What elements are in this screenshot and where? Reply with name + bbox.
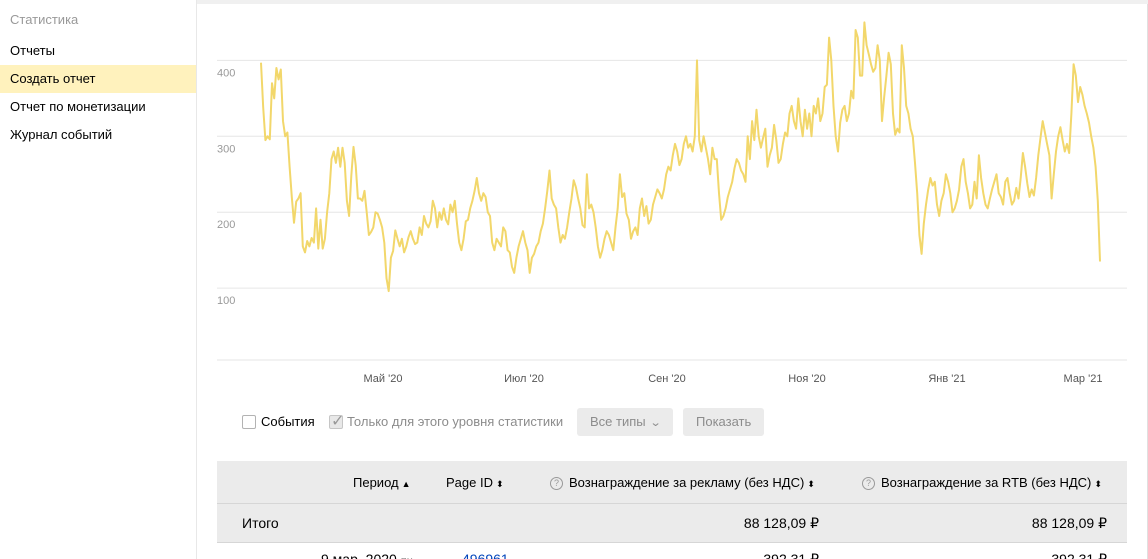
y-tick-label: 200: [217, 219, 235, 231]
sort-icon: ⬍: [495, 479, 504, 489]
chart-x-ticks: Май '20 Июл '20 Сен '20 Ноя '20 Янв '21 Мар '…: [364, 373, 1103, 385]
sidebar: Статистика Отчеты Создать отчет Отчет по…: [0, 0, 197, 559]
header-ad-reward[interactable]: ? Вознаграждение за рекламу (без НДС) ⬍: [550, 475, 815, 490]
row-period: 9 мар. 2020пн: [321, 551, 413, 559]
sort-icon: ⬍: [807, 479, 815, 489]
sidebar-item-create-report[interactable]: Создать отчет: [0, 65, 196, 93]
chart-controls: События ✓ Только для этого уровня статис…: [197, 408, 1147, 436]
checkmark-icon: ✓: [331, 413, 345, 430]
y-tick-label: 400: [217, 67, 235, 79]
total-row: Итого 88 128,09 ₽ 88 128,09 ₽: [217, 504, 1127, 543]
total-label: Итого: [242, 515, 279, 531]
info-icon: ?: [862, 477, 875, 490]
main-content: 100 200 300 400 Май '20 Июл '20 Сен '20 Ноя '2…: [197, 0, 1148, 559]
chevron-down-icon: ⌄: [649, 417, 662, 429]
table-row: 9 мар. 2020пн 496961 392,31 ₽ 392,31 ₽: [217, 543, 1127, 559]
events-checkbox[interactable]: [242, 415, 256, 429]
x-tick-label: Ноя '20: [788, 373, 825, 385]
chart-series-line: [260, 21, 1101, 293]
x-tick-label: Янв '21: [928, 373, 965, 385]
chart-grid: [217, 59, 1127, 361]
event-types-label: Все типы: [590, 414, 646, 429]
sidebar-item-reports[interactable]: Отчеты: [0, 37, 196, 65]
statistics-table: Период ▲ Page ID ⬍ ? Вознаграждение за рекл…: [217, 461, 1127, 559]
show-button[interactable]: Показать: [683, 408, 765, 436]
event-types-dropdown[interactable]: Все типы ⌄: [577, 408, 673, 436]
total-rtb-reward: 88 128,09 ₽: [1031, 515, 1107, 531]
statistics-chart: 100 200 300 400 Май '20 Июл '20 Сен '20 Ноя '2…: [217, 21, 1127, 385]
sidebar-title: Статистика: [10, 12, 79, 27]
row-ad-reward: 392,31 ₽: [763, 551, 819, 559]
header-rtb-reward[interactable]: ? Вознаграждение за RTB (без НДС) ⬍: [862, 475, 1102, 490]
x-tick-label: Май '20: [364, 373, 403, 385]
total-ad-reward: 88 128,09 ₽: [743, 515, 819, 531]
level-only-checkbox[interactable]: ✓: [329, 413, 344, 430]
header-page-id[interactable]: Page ID ⬍: [446, 475, 504, 490]
header-period[interactable]: Период ▲: [353, 475, 411, 490]
y-tick-label: 300: [217, 143, 235, 155]
sidebar-item-event-log[interactable]: Журнал событий: [0, 121, 196, 149]
row-page-id-link[interactable]: 496961: [462, 551, 509, 559]
y-tick-label: 100: [217, 295, 235, 307]
chart-y-ticks: 100 200 300 400: [217, 67, 235, 307]
info-icon: ?: [550, 477, 563, 490]
sidebar-item-monetization-report[interactable]: Отчет по монетизации: [0, 93, 196, 121]
events-label: События: [261, 414, 315, 429]
table-header: Период ▲ Page ID ⬍ ? Вознаграждение за рекл…: [217, 461, 1127, 504]
sort-icon: ⬍: [1094, 479, 1102, 489]
sort-asc-icon: ▲: [401, 479, 411, 489]
x-tick-label: Мар '21: [1064, 373, 1103, 385]
x-tick-label: Сен '20: [648, 373, 686, 385]
row-rtb-reward: 392,31 ₽: [1051, 551, 1107, 559]
x-tick-label: Июл '20: [504, 373, 544, 385]
level-only-label: Только для этого уровня статистики: [347, 414, 564, 429]
